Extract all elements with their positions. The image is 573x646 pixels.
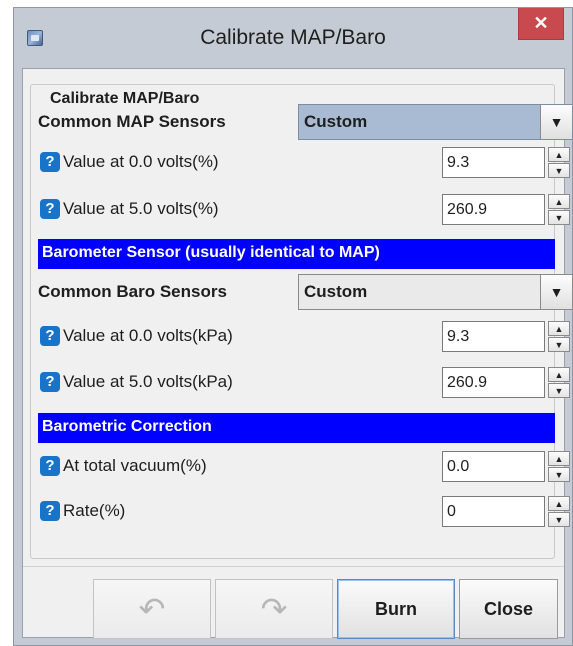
dialog-body: Calibrate MAP/Baro Common MAP Sensors Cu… — [22, 68, 573, 639]
map-value-0v-spinner: ▲ ▼ — [548, 147, 570, 178]
common-map-sensors-row: Common MAP Sensors Custom ▼ — [38, 104, 573, 140]
common-map-sensors-label: Common MAP Sensors — [38, 112, 226, 131]
barometer-section-header: Barometer Sensor (usually identical to M… — [38, 239, 555, 269]
spin-down-icon[interactable]: ▼ — [548, 383, 570, 398]
spin-down-icon[interactable]: ▼ — [548, 163, 570, 178]
map-value-5v-input[interactable]: 260.9 — [442, 194, 545, 225]
chevron-down-icon[interactable]: ▼ — [540, 105, 572, 139]
map-value-5v-label: Value at 5.0 volts(%) — [63, 199, 219, 218]
close-button[interactable]: Close — [459, 579, 558, 639]
baro-value-0v-spinner: ▲ ▼ — [548, 321, 570, 352]
common-baro-sensors-value: Custom — [304, 282, 368, 301]
undo-button[interactable]: ↶ — [93, 579, 211, 639]
baro-value-5v-label: Value at 5.0 volts(kPa) — [63, 372, 233, 391]
spin-down-icon[interactable]: ▼ — [548, 467, 570, 482]
total-vacuum-input[interactable]: 0.0 — [442, 451, 545, 482]
map-value-0v-input[interactable]: 9.3 — [442, 147, 545, 178]
rate-spinner: ▲ ▼ — [548, 496, 570, 527]
button-bar: ↶ ↷ Burn Close — [23, 566, 564, 639]
map-value-5v-row: ? Value at 5.0 volts(%) 260.9 ▲ ▼ — [38, 194, 570, 226]
spin-up-icon[interactable]: ▲ — [548, 321, 570, 336]
rate-label: Rate(%) — [63, 501, 126, 520]
spin-down-icon[interactable]: ▼ — [548, 337, 570, 352]
redo-icon: ↷ — [260, 591, 288, 627]
help-icon[interactable]: ? — [40, 456, 60, 476]
spin-up-icon[interactable]: ▲ — [548, 194, 570, 209]
redo-button[interactable]: ↷ — [215, 579, 333, 639]
map-value-0v-label: Value at 0.0 volts(%) — [63, 152, 219, 171]
common-map-sensors-value: Custom — [304, 112, 368, 131]
common-baro-sensors-row: Common Baro Sensors Custom ▼ — [38, 274, 573, 310]
close-window-button[interactable]: ✕ — [518, 8, 564, 40]
common-baro-sensors-label: Common Baro Sensors — [38, 282, 227, 301]
map-value-5v-spinner: ▲ ▼ — [548, 194, 570, 225]
help-icon[interactable]: ? — [40, 199, 60, 219]
spin-down-icon[interactable]: ▼ — [548, 512, 570, 527]
barometric-correction-header: Barometric Correction — [38, 413, 555, 443]
baro-value-5v-spinner: ▲ ▼ — [548, 367, 570, 398]
common-map-sensors-dropdown[interactable]: Custom ▼ — [298, 104, 573, 140]
chevron-down-icon[interactable]: ▼ — [540, 275, 572, 309]
title-bar[interactable]: Calibrate MAP/Baro ✕ — [14, 8, 572, 68]
total-vacuum-spinner: ▲ ▼ — [548, 451, 570, 482]
help-icon[interactable]: ? — [40, 326, 60, 346]
burn-button-label: Burn — [375, 598, 417, 619]
rate-row: ? Rate(%) 0 ▲ ▼ — [38, 496, 570, 528]
rate-input[interactable]: 0 — [442, 496, 545, 527]
spin-up-icon[interactable]: ▲ — [548, 496, 570, 511]
spin-up-icon[interactable]: ▲ — [548, 451, 570, 466]
window-title: Calibrate MAP/Baro — [200, 26, 386, 49]
dialog-window: Calibrate MAP/Baro ✕ Calibrate MAP/Baro … — [13, 7, 573, 646]
baro-value-0v-row: ? Value at 0.0 volts(kPa) 9.3 ▲ ▼ — [38, 321, 570, 353]
baro-value-0v-label: Value at 0.0 volts(kPa) — [63, 326, 233, 345]
help-icon[interactable]: ? — [40, 152, 60, 172]
spin-down-icon[interactable]: ▼ — [548, 210, 570, 225]
baro-value-0v-input[interactable]: 9.3 — [442, 321, 545, 352]
map-value-0v-row: ? Value at 0.0 volts(%) 9.3 ▲ ▼ — [38, 147, 570, 179]
spin-up-icon[interactable]: ▲ — [548, 367, 570, 382]
spin-up-icon[interactable]: ▲ — [548, 147, 570, 162]
close-button-label: Close — [483, 598, 534, 619]
total-vacuum-label: At total vacuum(%) — [63, 456, 207, 475]
baro-value-5v-input[interactable]: 260.9 — [442, 367, 545, 398]
total-vacuum-row: ? At total vacuum(%) 0.0 ▲ ▼ — [38, 451, 570, 483]
help-icon[interactable]: ? — [40, 501, 60, 521]
undo-icon: ↶ — [138, 591, 166, 627]
burn-button[interactable]: Burn — [337, 579, 455, 639]
help-icon[interactable]: ? — [40, 372, 60, 392]
baro-value-5v-row: ? Value at 5.0 volts(kPa) 260.9 ▲ ▼ — [38, 367, 570, 399]
common-baro-sensors-dropdown[interactable]: Custom ▼ — [298, 274, 573, 310]
